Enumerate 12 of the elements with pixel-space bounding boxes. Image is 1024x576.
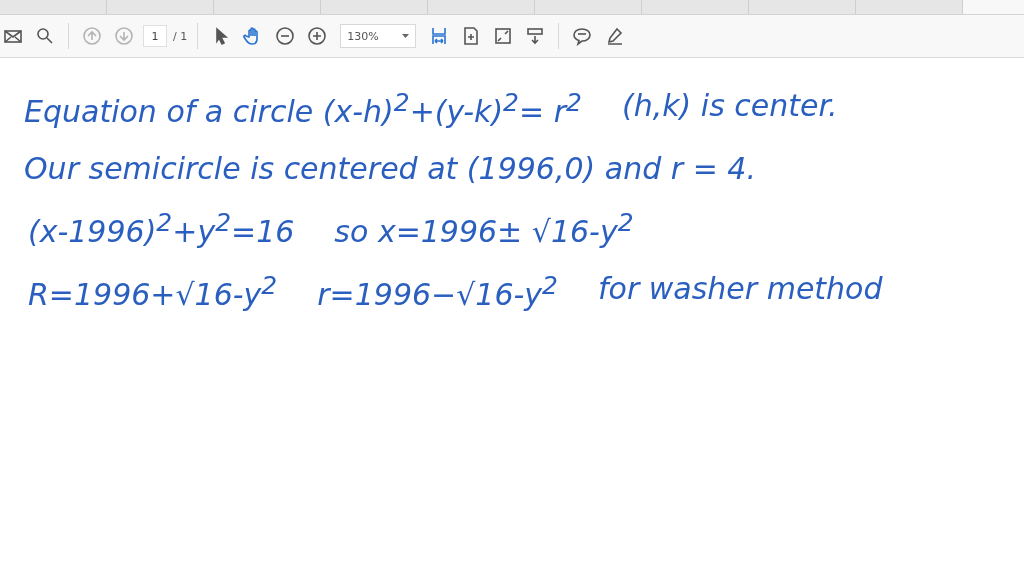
- handwritten-text: r=1996−√16-y$^{2}$: [317, 271, 558, 312]
- handwritten-text: Our semicircle is centered at (1996,0) and r = 4.: [24, 151, 756, 186]
- handwritten-text: so x=1996± √16-y$^{2}$: [334, 208, 634, 249]
- zoom-dropdown[interactable]: 130%: [340, 24, 417, 48]
- handwritten-text: for washer method: [598, 271, 883, 308]
- handwritten-text: (x-1996)$^{2}$+y$^{2}$=16: [28, 208, 295, 249]
- handwritten-text: (h,k) is center.: [621, 88, 838, 125]
- page-number-field[interactable]: 1: [143, 25, 167, 47]
- handwritten-text: Equation of a circle (x-h)$^{2}$+(y-k)$^{2}$= r$^{2}$: [24, 88, 582, 129]
- handwritten-text: R=1996+√16-y$^{2}$: [28, 271, 278, 312]
- page-total: / 1: [173, 29, 188, 43]
- caret-icon: [402, 34, 410, 38]
